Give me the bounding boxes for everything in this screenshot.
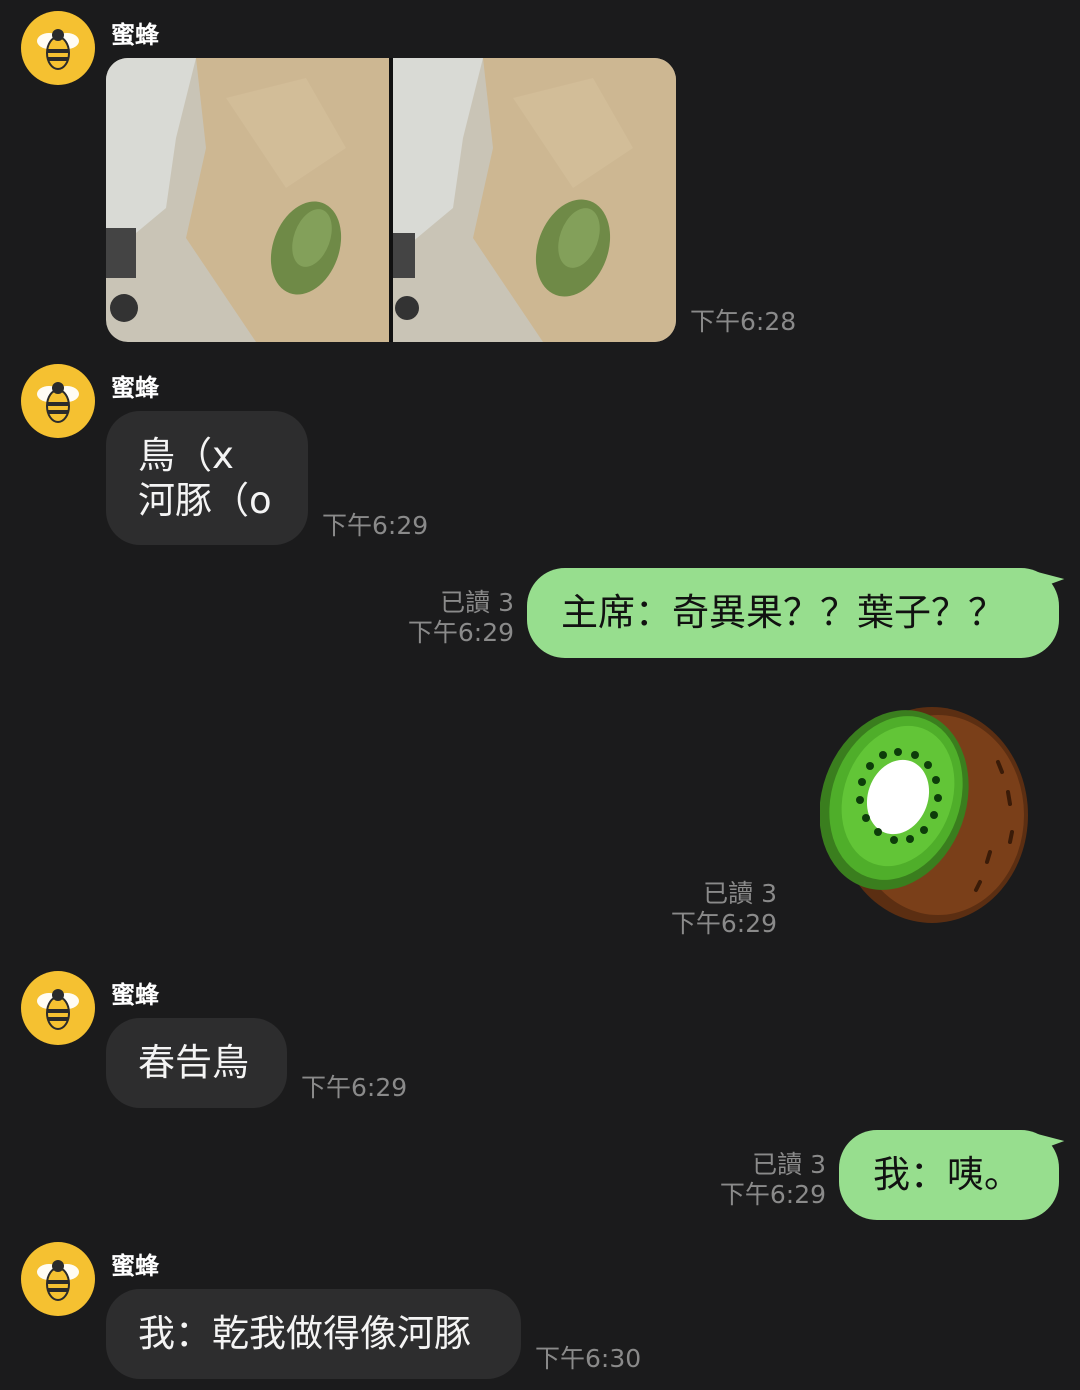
message-text-line: 鳥（x xyxy=(138,434,234,477)
photo-grid[interactable] xyxy=(106,58,676,342)
bubble-tail xyxy=(1033,562,1065,588)
kiwi-icon xyxy=(819,707,1028,923)
bee-icon xyxy=(37,1260,79,1301)
bee-icon xyxy=(37,989,79,1030)
message-meta: 已讀 3 下午6:29 xyxy=(720,1150,826,1210)
bee-icon xyxy=(37,382,79,423)
read-receipt: 已讀 3 xyxy=(703,879,777,908)
message-meta: 已讀 3 下午6:29 xyxy=(671,879,777,939)
message-text: 春告鳥 xyxy=(138,1041,249,1084)
sender-name: 蜜蜂 xyxy=(111,1252,159,1280)
read-receipt: 已讀 3 xyxy=(752,1150,826,1179)
avatar[interactable] xyxy=(21,1242,95,1316)
outgoing-message-bubble[interactable]: 主席：奇異果？？葉子？？ xyxy=(527,568,1059,658)
message-time: 下午6:29 xyxy=(407,618,514,647)
read-receipt: 已讀 3 xyxy=(440,588,514,617)
bubble-tail xyxy=(1033,1124,1065,1150)
message-time: 下午6:30 xyxy=(535,1344,642,1373)
message-time: 下午6:29 xyxy=(322,511,429,540)
message-time: 下午6:29 xyxy=(719,1180,826,1209)
incoming-message-bubble[interactable]: 鳥（x 河豚（o xyxy=(106,411,308,545)
message-time: 下午6:29 xyxy=(301,1073,408,1102)
kiwi-sticker[interactable] xyxy=(819,702,1030,928)
photo-thumbnail[interactable] xyxy=(393,58,676,342)
message-time: 下午6:29 xyxy=(670,909,777,938)
sender-name: 蜜蜂 xyxy=(111,374,159,402)
message-text: 我：乾我做得像河豚 xyxy=(138,1312,471,1355)
sender-name: 蜜蜂 xyxy=(111,21,159,49)
incoming-message-bubble[interactable]: 我：乾我做得像河豚 xyxy=(106,1289,521,1379)
message-meta: 已讀 3 下午6:29 xyxy=(408,588,514,648)
avatar[interactable] xyxy=(21,364,95,438)
message-text: 我：咦。 xyxy=(873,1153,1021,1196)
avatar[interactable] xyxy=(21,971,95,1045)
message-time: 下午6:28 xyxy=(690,307,797,336)
sender-name: 蜜蜂 xyxy=(111,981,159,1009)
message-text: 主席：奇異果？？葉子？？ xyxy=(561,591,1005,634)
photo-thumbnail[interactable] xyxy=(106,58,389,342)
message-text-line: 河豚（o xyxy=(138,479,272,522)
outgoing-message-bubble[interactable]: 我：咦。 xyxy=(839,1130,1059,1220)
incoming-message-bubble[interactable]: 春告鳥 xyxy=(106,1018,287,1108)
bee-icon xyxy=(37,29,79,70)
avatar[interactable] xyxy=(21,11,95,85)
